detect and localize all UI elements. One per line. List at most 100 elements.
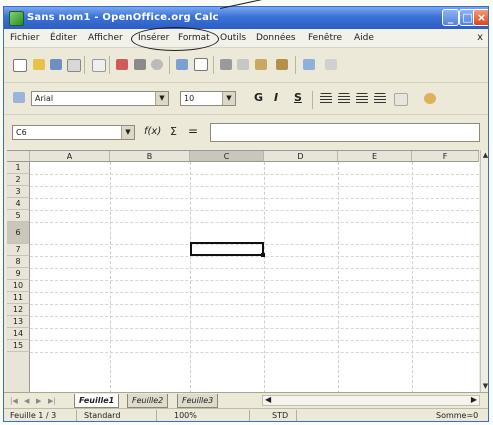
prev-sheet-icon[interactable]: ◀ <box>24 397 29 405</box>
redo-icon[interactable] <box>325 59 337 70</box>
row-header-11[interactable]: 11 <box>7 292 30 304</box>
menu-format[interactable]: Format <box>178 33 210 43</box>
menu-aide[interactable]: Aide <box>354 33 374 43</box>
scroll-right-icon[interactable]: ▶ <box>471 395 477 404</box>
chevron-down-icon[interactable]: ▼ <box>121 126 134 139</box>
formula-input[interactable] <box>210 123 480 142</box>
column-header-f[interactable]: F <box>412 151 479 162</box>
row-header-1[interactable]: 1 <box>7 162 30 174</box>
save-icon[interactable] <box>50 59 62 70</box>
row-header-3[interactable]: 3 <box>7 186 30 198</box>
row-header-12[interactable]: 12 <box>7 304 30 316</box>
formatting-toolbar: Arial ▼ 10 ▼ G I S <box>4 83 488 115</box>
next-sheet-icon[interactable]: ▶ <box>36 397 41 405</box>
row-header-10[interactable]: 10 <box>7 280 30 292</box>
menu-inserer[interactable]: Insérer <box>138 33 169 43</box>
font-size-combo[interactable]: 10 ▼ <box>180 91 236 106</box>
sum-icon[interactable]: Σ <box>170 125 177 138</box>
underline-button[interactable]: S <box>294 91 302 104</box>
fill-handle[interactable] <box>261 253 265 257</box>
grid-line <box>30 268 479 269</box>
last-sheet-icon[interactable]: ▶| <box>48 397 56 405</box>
standard-toolbar <box>4 48 488 83</box>
calc-app-icon[interactable] <box>9 11 24 26</box>
edit-file-icon[interactable] <box>92 59 106 72</box>
align-right-icon[interactable] <box>356 93 368 104</box>
italic-button[interactable]: I <box>274 91 278 104</box>
column-header-b[interactable]: B <box>110 151 190 162</box>
menu-afficher[interactable]: Afficher <box>88 33 123 43</box>
close-document-icon[interactable]: x <box>477 32 483 43</box>
grid-line <box>30 280 479 281</box>
row-header-15[interactable]: 15 <box>7 340 30 352</box>
row-header-4[interactable]: 4 <box>7 198 30 210</box>
close-button[interactable]: × <box>473 9 488 26</box>
sheet-tab-feuille2[interactable]: Feuille2 <box>127 394 169 408</box>
row-header-9[interactable]: 9 <box>7 268 30 280</box>
minimize-button[interactable]: _ <box>442 9 459 26</box>
autospellcheck-icon[interactable] <box>194 58 208 71</box>
status-zoom[interactable]: 100% <box>174 411 197 420</box>
grid-line <box>30 256 479 257</box>
menu-fichier[interactable]: Fichier <box>10 33 39 43</box>
print-preview-icon[interactable] <box>151 59 163 70</box>
undo-icon[interactable] <box>303 59 315 70</box>
scroll-left-icon[interactable]: ◀ <box>265 395 271 404</box>
email-icon[interactable] <box>67 59 81 72</box>
row-header-14[interactable]: 14 <box>7 328 30 340</box>
column-header-a[interactable]: A <box>30 151 110 162</box>
menu-outils[interactable]: Outils <box>220 33 246 43</box>
chevron-down-icon[interactable]: ▼ <box>155 92 168 105</box>
selected-cell-c6[interactable] <box>190 242 264 256</box>
column-header-e[interactable]: E <box>338 151 412 162</box>
row-header-7[interactable]: 7 <box>7 244 30 256</box>
bold-button[interactable]: G <box>254 91 263 104</box>
vertical-scrollbar[interactable]: ▲ ▼ <box>480 150 488 392</box>
function-wizard-icon[interactable]: f(x) <box>144 126 161 137</box>
copy-icon[interactable] <box>237 59 249 70</box>
paste-icon[interactable] <box>255 59 267 70</box>
print-icon[interactable] <box>134 59 146 70</box>
status-bar: Feuille 1 / 3 Standard 100% STD Somme=0 <box>4 408 488 421</box>
format-paintbrush-icon[interactable] <box>276 59 288 70</box>
menu-donnees[interactable]: Données <box>256 33 296 43</box>
sheet-tab-feuille3[interactable]: Feuille3 <box>177 394 219 408</box>
horizontal-scrollbar[interactable]: ◀ ▶ <box>262 395 480 406</box>
row-header-13[interactable]: 13 <box>7 316 30 328</box>
status-selection-mode[interactable]: STD <box>272 411 288 420</box>
scroll-up-icon[interactable]: ▲ <box>481 150 488 161</box>
scroll-down-icon[interactable]: ▼ <box>481 381 488 392</box>
chevron-down-icon[interactable]: ▼ <box>222 92 235 105</box>
spellcheck-icon[interactable] <box>176 59 188 70</box>
title-bar[interactable]: Sans nom1 - OpenOffice.org Calc _ □ × <box>4 7 488 29</box>
first-sheet-icon[interactable]: |◀ <box>10 397 18 405</box>
menu-editer[interactable]: Éditer <box>50 33 77 43</box>
row-header-8[interactable]: 8 <box>7 256 30 268</box>
align-center-icon[interactable] <box>338 93 350 104</box>
select-all-corner[interactable] <box>7 151 30 162</box>
row-header-2[interactable]: 2 <box>7 174 30 186</box>
row-header-5[interactable]: 5 <box>7 210 30 222</box>
menu-fenetre[interactable]: Fenêtre <box>308 33 342 43</box>
styles-icon[interactable] <box>13 92 25 103</box>
cut-icon[interactable] <box>220 59 232 70</box>
font-size-value: 10 <box>184 94 195 103</box>
open-folder-icon[interactable] <box>33 59 45 70</box>
export-pdf-icon[interactable] <box>116 59 128 70</box>
name-box[interactable]: C6 ▼ <box>12 125 135 140</box>
toolbar-separator <box>109 56 110 74</box>
justify-icon[interactable] <box>374 93 386 104</box>
grid-line <box>30 316 479 317</box>
font-name-combo[interactable]: Arial ▼ <box>31 91 169 106</box>
sheet-tab-feuille1[interactable]: Feuille1 <box>74 394 120 408</box>
status-page-style[interactable]: Standard <box>84 411 120 420</box>
spreadsheet-grid[interactable]: A B C D E F 1 2 3 4 5 6 7 8 9 10 11 12 1… <box>7 150 479 393</box>
currency-icon[interactable] <box>424 93 436 104</box>
merge-cells-icon[interactable] <box>394 93 408 106</box>
row-header-6[interactable]: 6 <box>7 222 30 244</box>
align-left-icon[interactable] <box>320 93 332 104</box>
function-icon[interactable]: = <box>188 124 198 138</box>
new-document-icon[interactable] <box>13 59 27 72</box>
column-header-c[interactable]: C <box>190 151 264 162</box>
column-header-d[interactable]: D <box>264 151 338 162</box>
